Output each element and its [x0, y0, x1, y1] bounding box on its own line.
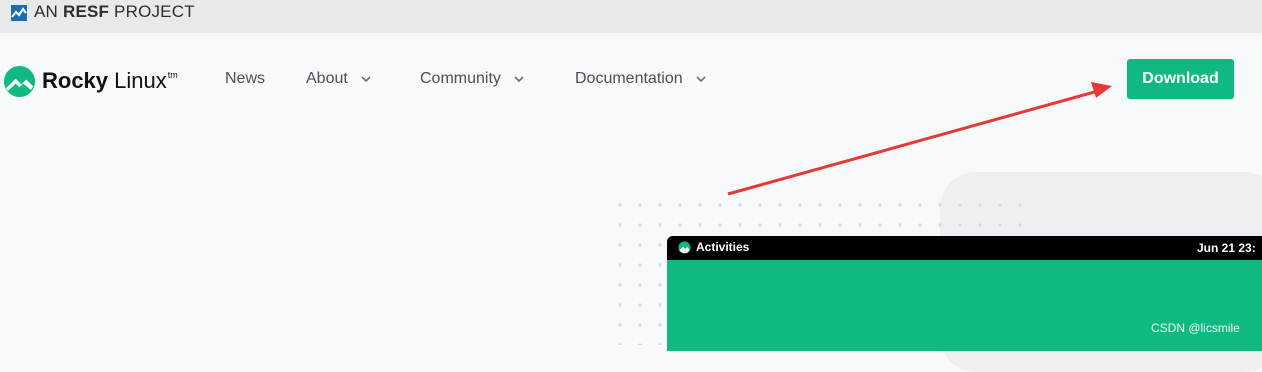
logo-wordmark: Rocky Linuxtm — [42, 68, 178, 94]
logo-trademark: tm — [167, 70, 178, 80]
nav-documentation[interactable]: Documentation — [575, 68, 707, 90]
logo-word-linux: Linux — [114, 68, 167, 93]
activities-label: Activities — [696, 240, 750, 254]
resf-banner: AN RESF PROJECT — [0, 0, 1262, 33]
nav-community[interactable]: Community — [420, 68, 525, 90]
nav-documentation-label: Documentation — [575, 70, 683, 87]
resf-suffix: PROJECT — [114, 2, 195, 21]
resf-logo-icon — [11, 5, 27, 21]
rocky-logo-icon — [3, 65, 36, 97]
gnome-top-bar: Activities Jun 21 23: — [667, 236, 1262, 260]
nav-about[interactable]: About — [306, 68, 372, 90]
nav-community-label: Community — [420, 70, 501, 87]
nav-news-label: News — [225, 70, 266, 87]
clock-label: Jun 21 23: — [1197, 241, 1256, 255]
resf-brand: RESF — [62, 2, 110, 21]
watermark-text: CSDN @licsmile — [1151, 321, 1240, 335]
logo-word-rocky: Rocky — [42, 68, 109, 93]
resf-project-label[interactable]: AN RESF PROJECT — [34, 2, 195, 22]
download-button[interactable]: Download — [1127, 59, 1234, 99]
activities-button: Activities — [678, 240, 749, 254]
chevron-down-icon — [361, 76, 371, 83]
nav-news[interactable]: News — [225, 68, 265, 90]
resf-prefix: AN — [34, 2, 59, 21]
chevron-down-icon — [696, 76, 706, 83]
nav-about-label: About — [306, 70, 348, 87]
rocky-linux-logo[interactable]: Rocky Linuxtm — [3, 64, 178, 98]
rocky-logo-icon — [678, 240, 691, 254]
chevron-down-icon — [514, 76, 524, 83]
